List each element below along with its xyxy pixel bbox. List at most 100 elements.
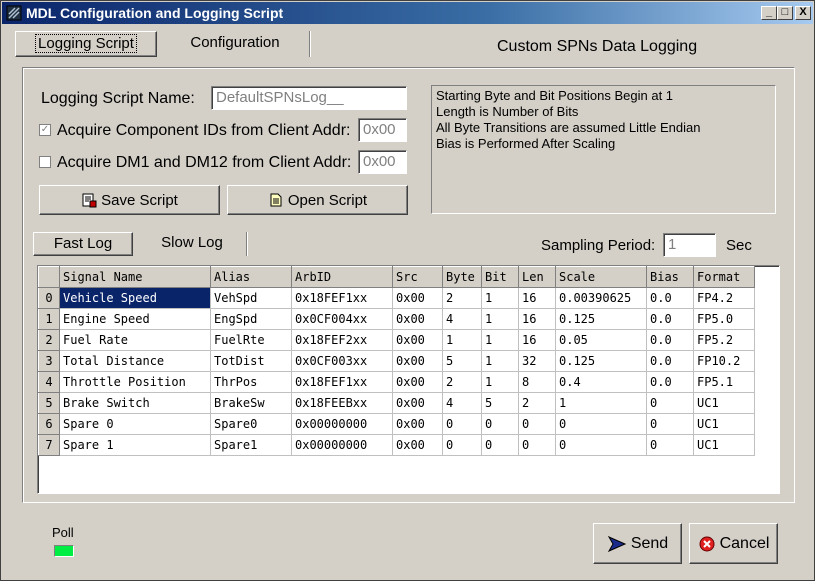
table-cell[interactable]: 8 (518, 371, 556, 393)
column-header[interactable]: Src (392, 266, 443, 288)
row-header[interactable]: 3 (38, 350, 60, 372)
table-cell[interactable]: 0x00 (392, 392, 443, 414)
table-cell[interactable]: 0 (442, 434, 482, 456)
minimize-button[interactable]: _ (761, 6, 777, 20)
table-cell[interactable]: 1 (481, 308, 519, 330)
table-cell[interactable]: ThrPos (210, 371, 292, 393)
table-cell[interactable]: FP5.1 (693, 371, 755, 393)
table-cell[interactable]: 0.0 (646, 350, 694, 372)
table-cell[interactable]: 4 (442, 392, 482, 414)
send-button[interactable]: Send (593, 523, 682, 564)
table-cell[interactable]: 4 (442, 308, 482, 330)
row-header[interactable]: 7 (38, 434, 60, 456)
table-cell[interactable]: 2 (518, 392, 556, 414)
table-cell[interactable]: 0.125 (555, 308, 647, 330)
table-cell[interactable]: Total Distance (59, 350, 211, 372)
row-header[interactable]: 0 (38, 287, 60, 309)
table-cell[interactable]: 5 (481, 392, 519, 414)
table-cell[interactable]: UC1 (693, 392, 755, 414)
table-cell[interactable]: 0x00000000 (291, 413, 393, 435)
column-header[interactable]: Byte (442, 266, 482, 288)
table-cell[interactable]: 16 (518, 287, 556, 309)
table-cell[interactable]: Spare 1 (59, 434, 211, 456)
table-cell[interactable]: 1 (481, 329, 519, 351)
table-cell[interactable]: Spare0 (210, 413, 292, 435)
table-cell[interactable]: 0x00 (392, 434, 443, 456)
table-cell[interactable]: 0.00390625 (555, 287, 647, 309)
tab-logging-script[interactable]: Logging Script (15, 31, 157, 57)
table-cell[interactable]: 0 (555, 413, 647, 435)
row-header[interactable]: 5 (38, 392, 60, 414)
table-cell[interactable]: 1 (481, 350, 519, 372)
table-cell[interactable]: Spare 0 (59, 413, 211, 435)
table-row[interactable]: 6 Spare 0 Spare0 0x00000000 0x00 0 0 0 0 0 UC1 (38, 413, 755, 435)
table-cell[interactable]: 1 (481, 371, 519, 393)
table-cell[interactable]: 0x0CF004xx (291, 308, 393, 330)
table-cell[interactable]: FP5.2 (693, 329, 755, 351)
table-row[interactable]: 2 Fuel Rate FuelRte 0x18FEF2xx 0x00 1 1 16 0.05 0… (38, 329, 755, 351)
table-cell[interactable]: VehSpd (210, 287, 292, 309)
table-cell[interactable]: UC1 (693, 434, 755, 456)
table-cell[interactable]: BrakeSw (210, 392, 292, 414)
tab-configuration[interactable]: Configuration (161, 31, 309, 57)
table-cell[interactable]: 2 (442, 287, 482, 309)
open-script-button[interactable]: Open Script (227, 185, 408, 215)
table-cell[interactable]: FP4.2 (693, 287, 755, 309)
column-header[interactable]: Signal Name (59, 266, 211, 288)
table-cell[interactable]: UC1 (693, 413, 755, 435)
table-cell[interactable]: Engine Speed (59, 308, 211, 330)
table-cell[interactable]: 0 (518, 434, 556, 456)
acquire-dm-checkbox[interactable] (39, 156, 51, 168)
table-cell[interactable]: 0x00 (392, 287, 443, 309)
table-cell[interactable]: 0.0 (646, 329, 694, 351)
table-cell[interactable]: 0x18FEF1xx (291, 371, 393, 393)
table-cell[interactable]: 32 (518, 350, 556, 372)
table-cell[interactable]: 0x18FEF2xx (291, 329, 393, 351)
table-cell[interactable]: 0 (481, 434, 519, 456)
tab-fast-log[interactable]: Fast Log (33, 232, 133, 256)
table-cell[interactable]: Spare1 (210, 434, 292, 456)
table-cell[interactable]: 0 (481, 413, 519, 435)
cancel-button[interactable]: Cancel (689, 523, 778, 564)
column-header[interactable]: Len (518, 266, 556, 288)
acquire-dm-addr-field[interactable]: 0x00 (358, 150, 407, 174)
acquire-ids-checkbox[interactable]: ✓ (39, 124, 51, 136)
table-row[interactable]: 5 Brake Switch BrakeSw 0x18FEEBxx 0x00 4 5 2 1 0 U… (38, 392, 755, 414)
maximize-button[interactable]: □ (777, 6, 793, 20)
table-cell[interactable]: FP5.0 (693, 308, 755, 330)
table-cell[interactable]: 0.125 (555, 350, 647, 372)
table-cell[interactable]: 0.0 (646, 308, 694, 330)
tab-slow-log[interactable]: Slow Log (137, 232, 247, 256)
table-cell[interactable]: Vehicle Speed (59, 287, 211, 309)
row-header[interactable]: 6 (38, 413, 60, 435)
column-header[interactable]: Bit (481, 266, 519, 288)
table-cell[interactable]: 1 (442, 329, 482, 351)
table-row[interactable]: 0 Vehicle Speed VehSpd 0x18FEF1xx 0x00 2 1 16 0.… (38, 287, 755, 309)
table-cell[interactable]: 0.0 (646, 287, 694, 309)
row-header[interactable]: 1 (38, 308, 60, 330)
table-cell[interactable]: 0 (442, 413, 482, 435)
table-cell[interactable]: Brake Switch (59, 392, 211, 414)
table-cell[interactable]: 0x00 (392, 413, 443, 435)
table-cell[interactable]: 1 (555, 392, 647, 414)
acquire-ids-addr-field[interactable]: 0x00 (358, 118, 407, 142)
table-cell[interactable]: 0x00000000 (291, 434, 393, 456)
table-cell[interactable]: 0x18FEF1xx (291, 287, 393, 309)
table-cell[interactable]: 16 (518, 308, 556, 330)
table-cell[interactable]: FP10.2 (693, 350, 755, 372)
table-cell[interactable]: 0x18FEEBxx (291, 392, 393, 414)
table-cell[interactable]: 0x00 (392, 350, 443, 372)
table-cell[interactable]: 0.05 (555, 329, 647, 351)
column-header[interactable]: Scale (555, 266, 647, 288)
row-header[interactable]: 2 (38, 329, 60, 351)
close-button[interactable]: X (795, 6, 811, 20)
table-cell[interactable]: 0x00 (392, 329, 443, 351)
table-cell[interactable]: EngSpd (210, 308, 292, 330)
table-cell[interactable]: 0.4 (555, 371, 647, 393)
table-cell[interactable]: Fuel Rate (59, 329, 211, 351)
table-cell[interactable]: 0x00 (392, 308, 443, 330)
table-cell[interactable]: 2 (442, 371, 482, 393)
table-row[interactable]: 4 Throttle Position ThrPos 0x18FEF1xx 0x00 2 1… (38, 371, 755, 393)
column-header[interactable]: Bias (646, 266, 694, 288)
row-header[interactable]: 4 (38, 371, 60, 393)
